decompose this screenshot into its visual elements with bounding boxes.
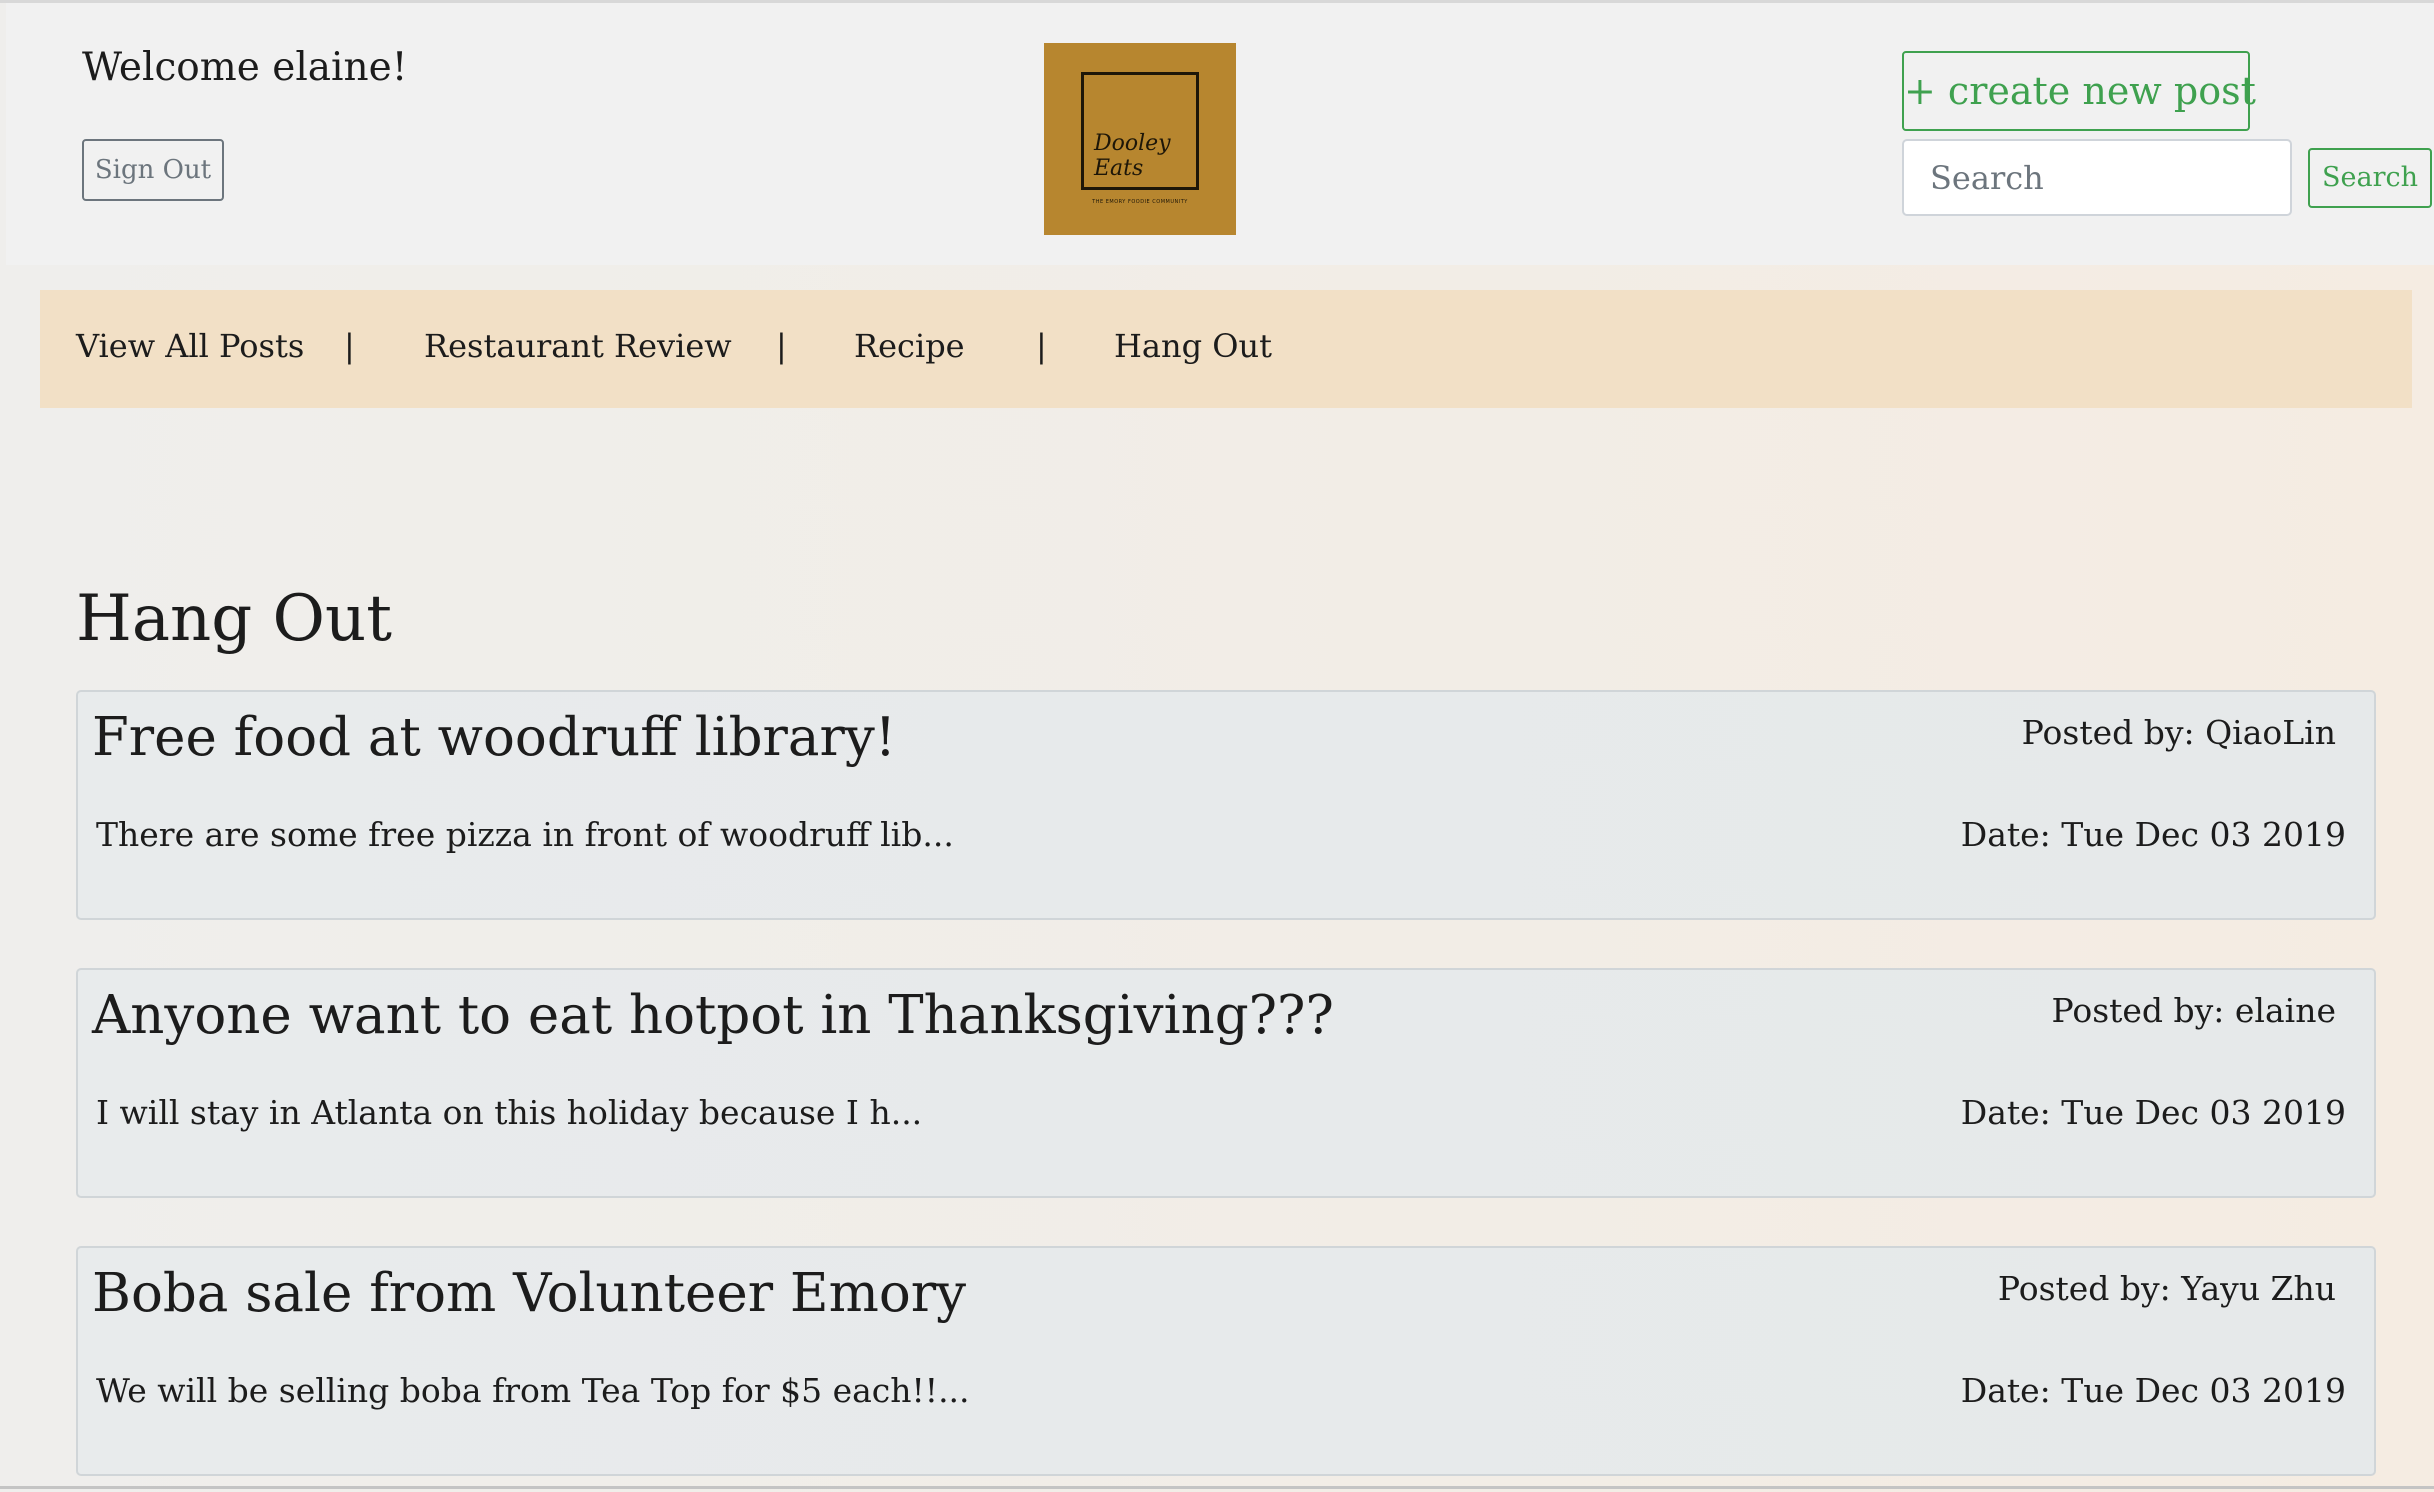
logo-tagline: THE EMORY FOODIE COMMUNITY (1092, 199, 1188, 205)
post-card[interactable]: Anyone want to eat hotpot in Thanksgivin… (76, 968, 2376, 1198)
post-author: Posted by: QiaoLin (2021, 713, 2336, 752)
post-date: Date: Tue Dec 03 2019 (1960, 1093, 2346, 1132)
post-title[interactable]: Boba sale from Volunteer Emory (92, 1258, 966, 1330)
nav-recipe[interactable]: Recipe (854, 320, 965, 372)
logo-name: Dooley Eats (1094, 131, 1171, 181)
post-date: Date: Tue Dec 03 2019 (1960, 1371, 2346, 1410)
nav-hang-out[interactable]: Hang Out (1114, 320, 1272, 372)
nav-view-all-posts[interactable]: View All Posts (76, 320, 304, 372)
post-card[interactable]: Free food at woodruff library! Posted by… (76, 690, 2376, 920)
page-title: Hang Out (76, 582, 392, 656)
category-nav: View All Posts | Restaurant Review | Rec… (40, 290, 2412, 408)
nav-separator: | (776, 327, 787, 365)
nav-restaurant-review[interactable]: Restaurant Review (424, 320, 732, 372)
dooley-eats-logo[interactable]: Dooley Eats THE EMORY FOODIE COMMUNITY (1044, 43, 1236, 235)
post-card[interactable]: Boba sale from Volunteer Emory Posted by… (76, 1246, 2376, 1476)
nav-separator: | (1036, 327, 1047, 365)
search-input[interactable] (1902, 139, 2292, 216)
nav-separator: | (344, 327, 355, 365)
header: Welcome elaine! Sign Out Dooley Eats THE… (6, 3, 2434, 265)
post-author: Posted by: elaine (2051, 991, 2336, 1030)
post-title[interactable]: Free food at woodruff library! (92, 702, 896, 774)
welcome-message: Welcome elaine! (82, 45, 408, 90)
post-excerpt: We will be selling boba from Tea Top for… (96, 1371, 970, 1410)
post-excerpt: There are some free pizza in front of wo… (96, 815, 954, 854)
bottom-border (0, 1486, 2434, 1489)
post-excerpt: I will stay in Atlanta on this holiday b… (96, 1093, 923, 1132)
create-new-post-button[interactable]: + create new post (1902, 51, 2256, 131)
post-title[interactable]: Anyone want to eat hotpot in Thanksgivin… (92, 980, 1334, 1052)
post-author: Posted by: Yayu Zhu (1997, 1269, 2336, 1308)
search-button[interactable]: Search (2308, 148, 2432, 208)
post-date: Date: Tue Dec 03 2019 (1960, 815, 2346, 854)
sign-out-button[interactable]: Sign Out (82, 139, 224, 201)
